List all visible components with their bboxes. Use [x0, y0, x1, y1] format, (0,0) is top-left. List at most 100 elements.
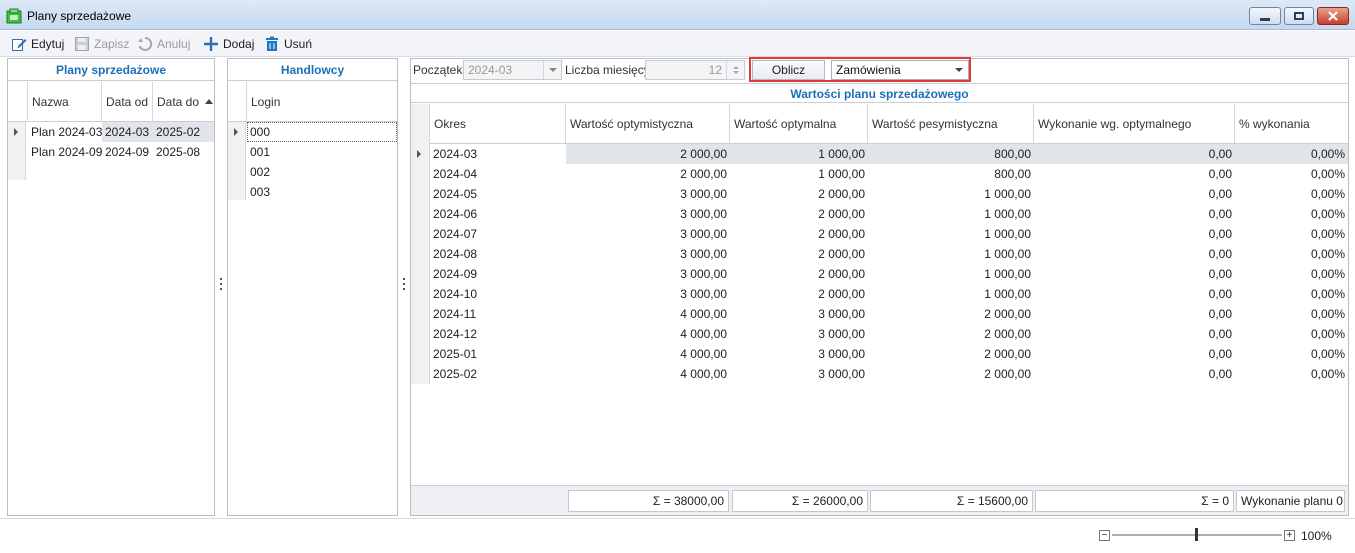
optimistic-value-cell[interactable]: 3 000,00	[566, 244, 730, 264]
optimal-value-cell[interactable]: 2 000,00	[730, 264, 868, 284]
pessimistic-value-cell[interactable]: 2 000,00	[868, 304, 1034, 324]
pessimistic-value-cell[interactable]: 2 000,00	[868, 324, 1034, 344]
optimistic-value-cell[interactable]: 4 000,00	[566, 324, 730, 344]
pessimistic-value-cell[interactable]: 1 000,00	[868, 264, 1034, 284]
execution-value-cell[interactable]: 0,00	[1034, 144, 1235, 164]
login-cell[interactable]: 000	[247, 122, 397, 142]
period-cell[interactable]: 2024-09	[430, 264, 566, 284]
splitter-left[interactable]	[215, 58, 227, 516]
maximize-button[interactable]	[1284, 7, 1314, 25]
optimistic-value-cell[interactable]: 2 000,00	[566, 164, 730, 184]
plan-name-cell[interactable]: Plan 2024-09	[28, 142, 102, 162]
execution-value-cell[interactable]: 0,00	[1034, 304, 1235, 324]
pessimistic-value-cell[interactable]: 1 000,00	[868, 224, 1034, 244]
column-header-name[interactable]: Nazwa	[28, 82, 102, 121]
optimal-value-cell[interactable]: 3 000,00	[730, 344, 868, 364]
optimistic-value-cell[interactable]: 3 000,00	[566, 264, 730, 284]
zoom-in-button[interactable]: +	[1284, 530, 1295, 541]
plan-date-to-cell[interactable]: 2025-08	[153, 142, 214, 162]
optimistic-value-cell[interactable]: 3 000,00	[566, 204, 730, 224]
optimistic-value-cell[interactable]: 2 000,00	[566, 144, 730, 164]
column-header-login[interactable]: Login	[247, 82, 397, 121]
plan-date-to-cell[interactable]: 2025-02	[153, 122, 214, 142]
optimal-value-cell[interactable]: 2 000,00	[730, 184, 868, 204]
splitter-right[interactable]	[398, 58, 410, 516]
plan-name-cell[interactable]: Plan 2024-03	[28, 122, 102, 142]
execution-value-cell[interactable]: 0,00	[1034, 244, 1235, 264]
execution-value-cell[interactable]: 0,00	[1034, 164, 1235, 184]
table-row[interactable]: Plan 2024-03 2024-03 2025-02	[8, 122, 214, 142]
table-row[interactable]: 002	[228, 162, 397, 182]
calculate-button[interactable]: Oblicz	[752, 60, 825, 80]
period-cell[interactable]: 2024-08	[430, 244, 566, 264]
optimistic-value-cell[interactable]: 3 000,00	[566, 184, 730, 204]
pessimistic-value-cell[interactable]: 1 000,00	[868, 204, 1034, 224]
execution-value-cell[interactable]: 0,00	[1034, 224, 1235, 244]
optimistic-value-cell[interactable]: 3 000,00	[566, 284, 730, 304]
table-row[interactable]: 2025-01 4 000,00 3 000,00 2 000,00 0,00 0,00%	[411, 344, 1348, 364]
optimal-value-cell[interactable]: 3 000,00	[730, 324, 868, 344]
column-header-optimistic[interactable]: Wartość optymistyczna	[566, 104, 730, 143]
edit-button[interactable]: Edytuj	[11, 34, 64, 54]
zoom-slider-thumb[interactable]	[1195, 528, 1198, 541]
table-row[interactable]: 2024-08 3 000,00 2 000,00 1 000,00 0,00 0,00%	[411, 244, 1348, 264]
table-row[interactable]: 2024-09 3 000,00 2 000,00 1 000,00 0,00 0,00%	[411, 264, 1348, 284]
period-cell[interactable]: 2024-03	[430, 144, 566, 164]
table-row[interactable]: 2024-06 3 000,00 2 000,00 1 000,00 0,00 0,00%	[411, 204, 1348, 224]
period-cell[interactable]: 2024-07	[430, 224, 566, 244]
execution-percent-cell[interactable]: 0,00%	[1235, 204, 1348, 224]
execution-value-cell[interactable]: 0,00	[1034, 264, 1235, 284]
plan-date-from-cell[interactable]: 2024-03	[102, 122, 153, 142]
execution-percent-cell[interactable]: 0,00%	[1235, 224, 1348, 244]
table-row[interactable]: 2024-04 2 000,00 1 000,00 800,00 0,00 0,00%	[411, 164, 1348, 184]
close-button[interactable]	[1317, 7, 1349, 25]
login-cell[interactable]: 002	[247, 162, 397, 182]
optimal-value-cell[interactable]: 1 000,00	[730, 164, 868, 184]
execution-value-cell[interactable]: 0,00	[1034, 344, 1235, 364]
column-header-date-to[interactable]: Data do	[153, 82, 214, 121]
table-row[interactable]: 000	[228, 122, 397, 142]
optimistic-value-cell[interactable]: 4 000,00	[566, 344, 730, 364]
login-cell[interactable]: 003	[247, 182, 397, 202]
table-row[interactable]: Plan 2024-09 2024-09 2025-08	[8, 142, 214, 162]
period-cell[interactable]: 2024-10	[430, 284, 566, 304]
execution-percent-cell[interactable]: 0,00%	[1235, 304, 1348, 324]
execution-percent-cell[interactable]: 0,00%	[1235, 244, 1348, 264]
period-cell[interactable]: 2024-04	[430, 164, 566, 184]
save-button[interactable]: Zapisz	[74, 34, 129, 54]
execution-percent-cell[interactable]: 0,00%	[1235, 324, 1348, 344]
minimize-button[interactable]	[1249, 7, 1281, 25]
pessimistic-value-cell[interactable]: 2 000,00	[868, 344, 1034, 364]
column-header-pessimistic[interactable]: Wartość pesymistyczna	[868, 104, 1034, 143]
period-cell[interactable]: 2024-06	[430, 204, 566, 224]
optimal-value-cell[interactable]: 2 000,00	[730, 224, 868, 244]
column-header-period[interactable]: Okres	[430, 104, 566, 143]
plan-date-from-cell[interactable]: 2024-09	[102, 142, 153, 162]
table-row[interactable]: 2024-05 3 000,00 2 000,00 1 000,00 0,00 0,00%	[411, 184, 1348, 204]
execution-percent-cell[interactable]: 0,00%	[1235, 164, 1348, 184]
column-header-date-from[interactable]: Data od	[102, 82, 153, 121]
execution-percent-cell[interactable]: 0,00%	[1235, 264, 1348, 284]
pessimistic-value-cell[interactable]: 1 000,00	[868, 284, 1034, 304]
table-row[interactable]: 2024-12 4 000,00 3 000,00 2 000,00 0,00 0,00%	[411, 324, 1348, 344]
optimistic-value-cell[interactable]: 4 000,00	[566, 364, 730, 384]
optimal-value-cell[interactable]: 1 000,00	[730, 144, 868, 164]
source-select[interactable]: Zamówienia	[831, 60, 969, 80]
column-header-percent[interactable]: % wykonania	[1235, 104, 1348, 143]
period-cell[interactable]: 2025-02	[430, 364, 566, 384]
optimal-value-cell[interactable]: 3 000,00	[730, 364, 868, 384]
start-month-select[interactable]: 2024-03	[463, 60, 562, 80]
execution-value-cell[interactable]: 0,00	[1034, 184, 1235, 204]
period-cell[interactable]: 2025-01	[430, 344, 566, 364]
optimal-value-cell[interactable]: 2 000,00	[730, 244, 868, 264]
column-header-execution[interactable]: Wykonanie wg. optymalnego	[1034, 104, 1235, 143]
optimistic-value-cell[interactable]: 4 000,00	[566, 304, 730, 324]
table-row[interactable]: 2024-11 4 000,00 3 000,00 2 000,00 0,00 0,00%	[411, 304, 1348, 324]
period-cell[interactable]: 2024-05	[430, 184, 566, 204]
execution-percent-cell[interactable]: 0,00%	[1235, 344, 1348, 364]
execution-value-cell[interactable]: 0,00	[1034, 364, 1235, 384]
months-count-stepper[interactable]: 12	[645, 60, 745, 80]
table-row[interactable]: 2025-02 4 000,00 3 000,00 2 000,00 0,00 0,00%	[411, 364, 1348, 384]
execution-value-cell[interactable]: 0,00	[1034, 204, 1235, 224]
login-cell[interactable]: 001	[247, 142, 397, 162]
